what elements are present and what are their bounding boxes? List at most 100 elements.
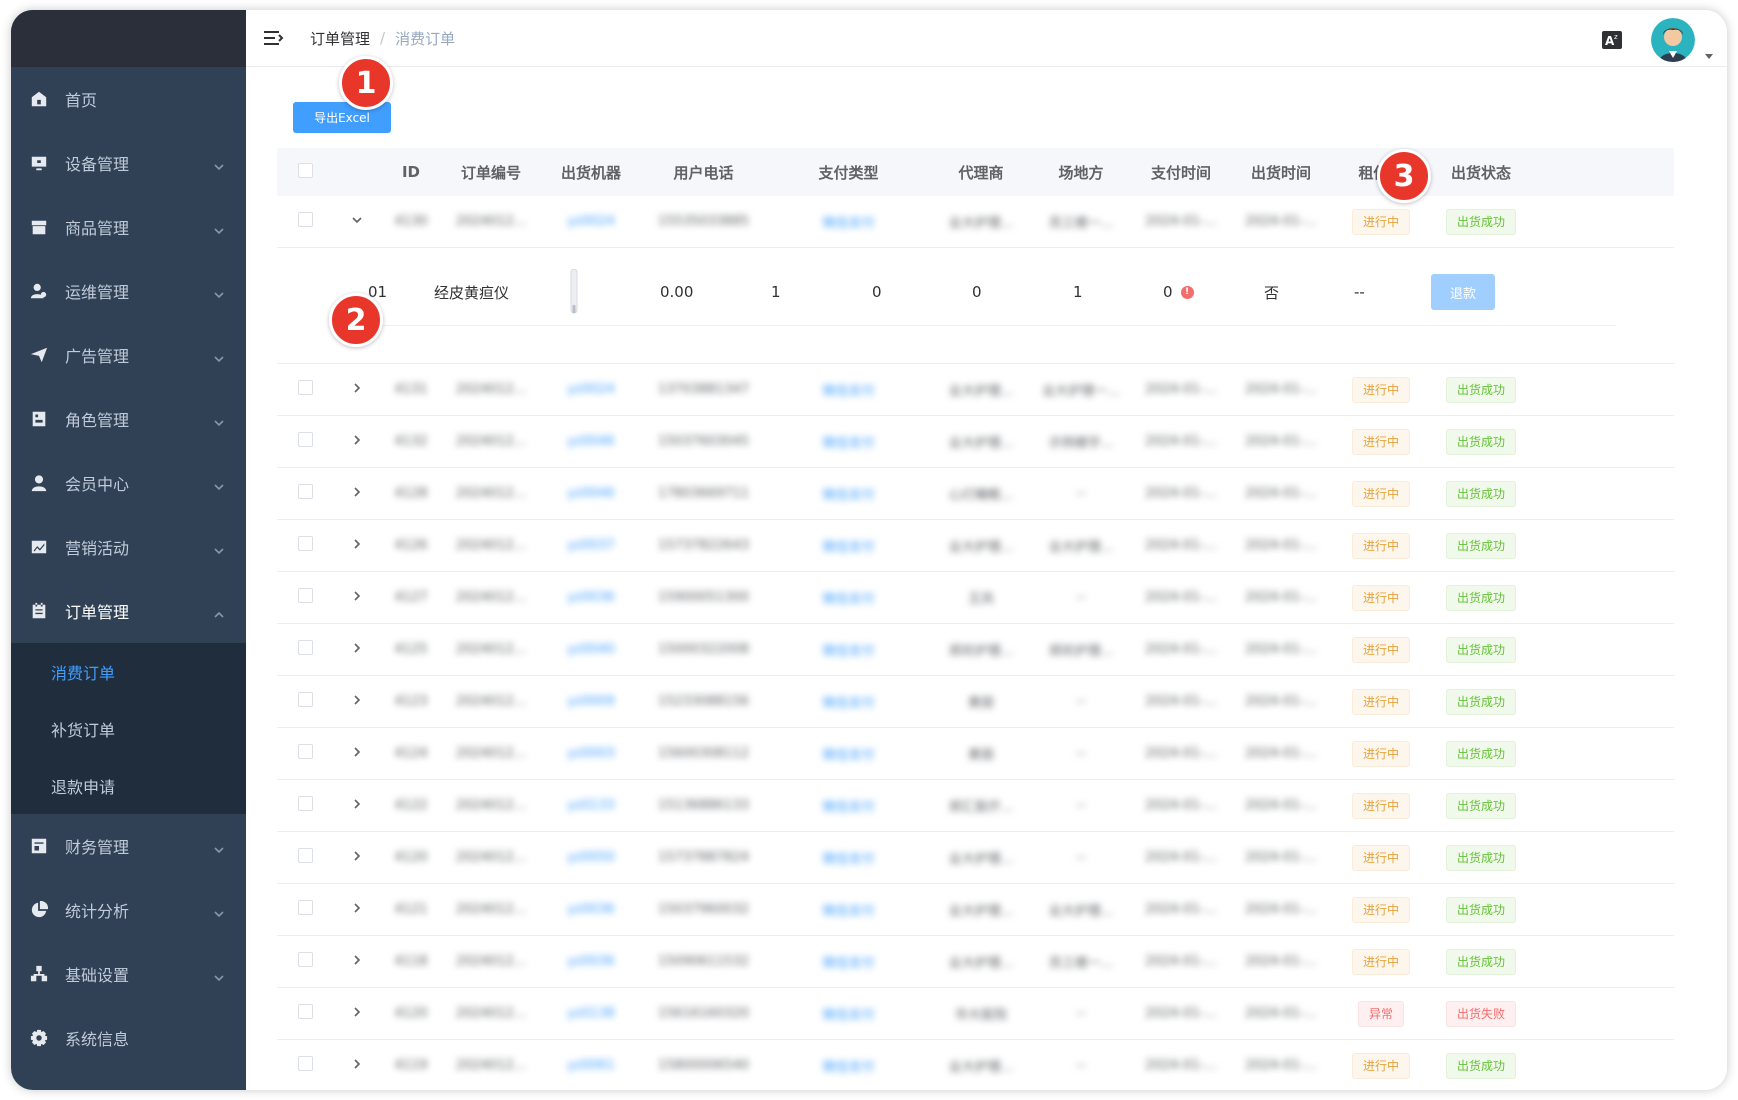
refund-button[interactable]: 退款	[1431, 274, 1495, 310]
cell-pay-type[interactable]: 微信支付	[766, 536, 931, 555]
checkbox[interactable]	[297, 484, 313, 499]
sidebar-item-ops[interactable]: 运维管理	[11, 259, 246, 323]
checkbox[interactable]	[297, 536, 313, 551]
checkbox[interactable]	[297, 744, 313, 759]
sidebar-item-ads[interactable]: 广告管理	[11, 323, 246, 387]
expand-row-toggle[interactable]	[333, 1006, 381, 1022]
expand-row-toggle[interactable]	[333, 538, 381, 554]
table-row[interactable]: 4118 2024012... yz0036 15090611532 微信支付 业大护理.…	[277, 936, 1674, 988]
cell-pay-type[interactable]: 微信支付	[766, 588, 931, 607]
sidebar-item-basic-settings[interactable]: 基础设置	[11, 942, 246, 1006]
table-row[interactable]: 4119 2024012... yz0061 15800006540 微信支付 业大护理.…	[277, 1040, 1674, 1090]
cell-machine[interactable]: yz0046	[541, 434, 641, 449]
table-row[interactable]: 4123 2024012... yz0009 15233088156 微信支付 黄丽 -- 2…	[277, 676, 1674, 728]
row-select[interactable]	[277, 484, 333, 503]
sidebar-subitem-consume-orders[interactable]: 消费订单	[11, 643, 246, 700]
sidebar-item-orders[interactable]: 订单管理	[11, 579, 246, 643]
cell-pay-type[interactable]: 微信支付	[766, 432, 931, 451]
row-select[interactable]	[277, 536, 333, 555]
cell-pay-type[interactable]: 微信支付	[766, 900, 931, 919]
checkbox[interactable]	[297, 900, 313, 915]
row-select[interactable]	[277, 900, 333, 919]
cell-pay-type[interactable]: 微信支付	[766, 692, 931, 711]
cell-machine[interactable]: yz0036	[541, 902, 641, 917]
table-row[interactable]: 4121 2024012... yz0036 15037960032 微信支付 业大护理.…	[277, 884, 1674, 936]
cell-machine[interactable]: yz0024	[541, 382, 641, 397]
cell-pay-type[interactable]: 微信支付	[766, 744, 931, 763]
cell-machine[interactable]: yz0037	[541, 538, 641, 553]
expand-row-toggle[interactable]	[333, 1058, 381, 1074]
sidebar-item-home[interactable]: 首页	[11, 67, 246, 131]
checkbox[interactable]	[297, 432, 313, 447]
cell-pay-type[interactable]: 微信支付	[766, 1056, 931, 1075]
table-row[interactable]: 4131 2024012... yz0024 13703881347 微信支付 业大护理.…	[277, 364, 1674, 416]
cell-machine[interactable]: yz0003	[541, 746, 641, 761]
cell-machine[interactable]: yz0046	[541, 486, 641, 501]
sidebar-item-stats[interactable]: 统计分析	[11, 878, 246, 942]
checkbox[interactable]	[297, 1004, 313, 1019]
expand-row-toggle[interactable]	[333, 902, 381, 918]
expand-row-toggle[interactable]	[333, 382, 381, 398]
cell-pay-type[interactable]: 微信支付	[766, 380, 931, 399]
sidebar-item-roles[interactable]: 角色管理	[11, 387, 246, 451]
cell-machine[interactable]: yz0050	[541, 850, 641, 865]
checkbox[interactable]	[297, 848, 313, 863]
expand-row-toggle[interactable]	[333, 486, 381, 502]
expand-row-toggle[interactable]	[333, 694, 381, 710]
checkbox[interactable]	[297, 588, 313, 603]
row-select[interactable]	[277, 1004, 333, 1023]
translate-icon[interactable]: Az	[1601, 29, 1623, 51]
table-row[interactable]: 4132 2024012... yz0046 15037603045 微信支付 业大护理.…	[277, 416, 1674, 468]
checkbox[interactable]	[297, 640, 313, 655]
cell-machine[interactable]: yz0138	[541, 1006, 641, 1021]
table-row[interactable]: 4120 2024012... yz0138 15616160320 微信支付 华大医院 -…	[277, 988, 1674, 1040]
cell-pay-type[interactable]: 微信支付	[766, 952, 931, 971]
table-row[interactable]: 4130 2024012... yz0024 15535033885 微信支付 …	[277, 196, 1674, 248]
breadcrumb-parent[interactable]: 订单管理	[310, 28, 370, 49]
cell-pay-type[interactable]: 微信支付	[766, 1004, 931, 1023]
expand-row-toggle[interactable]	[333, 954, 381, 970]
sidebar-item-system-info[interactable]: 系统信息	[11, 1006, 246, 1070]
avatar[interactable]	[1651, 18, 1695, 62]
table-row[interactable]: 4126 2024012... yz0037 15737822643 微信支付 业大护理.…	[277, 520, 1674, 572]
hamburger-icon[interactable]	[262, 27, 284, 49]
sidebar-item-goods[interactable]: 商品管理	[11, 195, 246, 259]
table-row[interactable]: 4124 2024012... yz0003 15600308112 微信支付 黄丽 -- 2…	[277, 728, 1674, 780]
row-select[interactable]	[277, 848, 333, 867]
expand-row-toggle[interactable]	[333, 590, 381, 606]
checkbox[interactable]	[297, 952, 313, 967]
cell-pay-type[interactable]: 微信支付	[766, 796, 931, 815]
cell-pay-type[interactable]: 微信支付	[766, 640, 931, 659]
row-select[interactable]	[277, 692, 333, 711]
checkbox[interactable]	[297, 212, 313, 227]
row-select[interactable]	[277, 432, 333, 451]
cell-machine[interactable]: yz0009	[541, 694, 641, 709]
table-row[interactable]: 4127 2024012... yz0036 15900051300 微信支付 王凤 -- 2…	[277, 572, 1674, 624]
cell-machine[interactable]: yz0061	[541, 1058, 641, 1073]
sidebar-item-members[interactable]: 会员中心	[11, 451, 246, 515]
expand-row-toggle[interactable]	[333, 746, 381, 762]
caret-down-icon[interactable]	[1705, 45, 1713, 59]
table-row[interactable]: 4128 2024012... yz0046 17803669711 微信支付 心灯睡眠.…	[277, 468, 1674, 520]
row-select[interactable]	[277, 744, 333, 763]
checkbox[interactable]	[297, 796, 313, 811]
sidebar-item-marketing[interactable]: 营销活动	[11, 515, 246, 579]
checkbox[interactable]	[297, 162, 313, 178]
row-select[interactable]	[277, 588, 333, 607]
sidebar-subitem-restock-orders[interactable]: 补货订单	[11, 700, 246, 757]
header-select-all[interactable]	[277, 162, 333, 182]
expand-row-toggle[interactable]	[333, 850, 381, 866]
expand-row-toggle[interactable]	[333, 642, 381, 658]
cell-pay-type[interactable]: 微信支付	[766, 484, 931, 503]
table-row[interactable]: 4122 2024012... yz0133 15136886133 微信支付 郑汇医疗.…	[277, 780, 1674, 832]
row-select[interactable]	[277, 796, 333, 815]
cell-machine[interactable]: yz0036	[541, 590, 641, 605]
cell-machine[interactable]: yz0024	[541, 214, 641, 229]
sidebar-item-finance[interactable]: 财务管理	[11, 814, 246, 878]
row-select[interactable]	[277, 380, 333, 399]
checkbox[interactable]	[297, 1056, 313, 1071]
row-select[interactable]	[277, 1056, 333, 1075]
cell-machine[interactable]: yz0040	[541, 642, 641, 657]
row-select[interactable]	[277, 640, 333, 659]
cell-pay-type[interactable]: 微信支付	[766, 212, 931, 231]
